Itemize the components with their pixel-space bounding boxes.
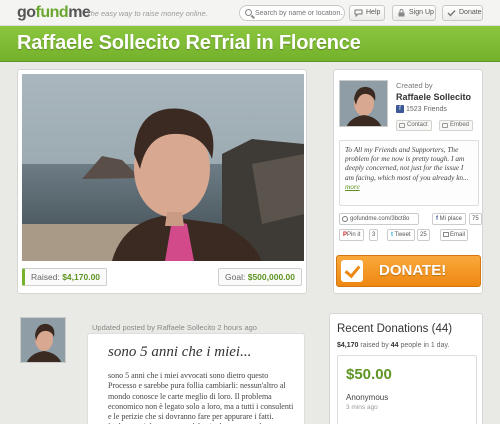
donate-button[interactable]: DONATE!	[336, 255, 481, 287]
search-input[interactable]	[255, 7, 343, 19]
recent-donations-card: Recent Donations (44) $4,170 raised by 4…	[329, 313, 483, 424]
campaign-title-banner: Raffaele Sollecito ReTrial in Florence	[0, 26, 500, 62]
envelope-icon	[399, 123, 405, 128]
help-button[interactable]: Help	[349, 5, 385, 21]
more-link[interactable]: more	[345, 182, 360, 191]
facebook-like-count: 75	[469, 213, 482, 225]
recent-donations-summary: $4,170 raised by 44 people in 1 day.	[337, 342, 450, 349]
code-icon	[442, 123, 448, 128]
creator-sidebar: Created by Raffaele Sollecito f 1523 Frie…	[333, 69, 483, 294]
pinit-count: 3	[369, 229, 379, 241]
facebook-icon: f	[396, 105, 404, 113]
chat-icon	[354, 9, 363, 17]
search-icon	[245, 9, 252, 16]
raised-amount: Raised: $4,170.00	[22, 268, 108, 286]
site-tagline: The easy way to raise money online.	[86, 9, 208, 18]
email-icon	[443, 232, 449, 237]
gofundme-logo[interactable]: gofundme	[17, 4, 91, 22]
campaign-photo-card: Raised: $4,170.00 Goal: $500,000.00	[17, 69, 307, 294]
tweet-button[interactable]: t Tweet	[387, 229, 415, 241]
update-post: sono 5 anni che i miei... sono 5 anni ch…	[87, 333, 305, 424]
embed-button[interactable]: Embed	[439, 120, 474, 131]
lock-icon	[398, 9, 405, 17]
pinit-button[interactable]: PPin it	[339, 229, 365, 241]
campaign-title: Raffaele Sollecito ReTrial in Florence	[17, 32, 361, 54]
search-box[interactable]	[239, 5, 345, 21]
donation-item: $50.00 Anonymous 3 mins ago	[337, 355, 477, 424]
created-by-label: Created by	[396, 81, 433, 90]
creator-avatar[interactable]	[339, 80, 388, 127]
contact-button[interactable]: Contact	[396, 120, 432, 131]
sign-up-button[interactable]: Sign Up	[392, 5, 436, 21]
portrait-photo-image	[22, 74, 304, 261]
campaign-photo[interactable]	[22, 74, 304, 261]
facebook-like-button[interactable]: f Mi place	[432, 213, 467, 225]
creator-message: To All my Friends and Supporters, The pr…	[339, 140, 479, 206]
facebook-friends: f 1523 Friends	[396, 105, 447, 113]
top-navigation-bar: gofundme The easy way to raise money onl…	[0, 0, 500, 26]
share-row-2: PPin it 3 t Tweet 25 Email	[339, 229, 479, 241]
donation-time: 3 mins ago	[346, 404, 378, 411]
recent-donations-title: Recent Donations (44)	[337, 323, 453, 335]
creator-name[interactable]: Raffaele Sollecito	[396, 92, 471, 102]
update-author-avatar-image	[21, 318, 65, 362]
email-button[interactable]: Email	[440, 229, 468, 241]
link-icon	[342, 216, 348, 222]
update-author-avatar[interactable]	[20, 317, 66, 363]
donation-amount: $50.00	[346, 366, 392, 383]
short-url-box[interactable]: gofundme.com/3bct8o	[339, 213, 419, 225]
tweet-count: 25	[417, 229, 430, 241]
facebook-like-icon: f	[436, 216, 438, 222]
creator-avatar-image	[340, 81, 387, 126]
update-title: sono 5 anni che i miei...	[108, 344, 252, 360]
donor-name: Anonymous	[346, 393, 389, 402]
update-meta: Updated posted by Raffaele Sollecito 2 h…	[92, 323, 257, 332]
update-body: sono 5 anni che i miei avvocati sono die…	[108, 371, 294, 424]
header-donate-button[interactable]: Donate	[442, 5, 483, 21]
goal-amount: Goal: $500,000.00	[218, 268, 302, 286]
update-section: Updated posted by Raffaele Sollecito 2 h…	[17, 309, 307, 424]
share-row-1: gofundme.com/3bct8o f Mi place 75	[339, 213, 482, 225]
checkmark-icon	[447, 10, 456, 17]
twitter-icon: t	[391, 232, 393, 238]
checkmark-icon	[341, 260, 363, 282]
